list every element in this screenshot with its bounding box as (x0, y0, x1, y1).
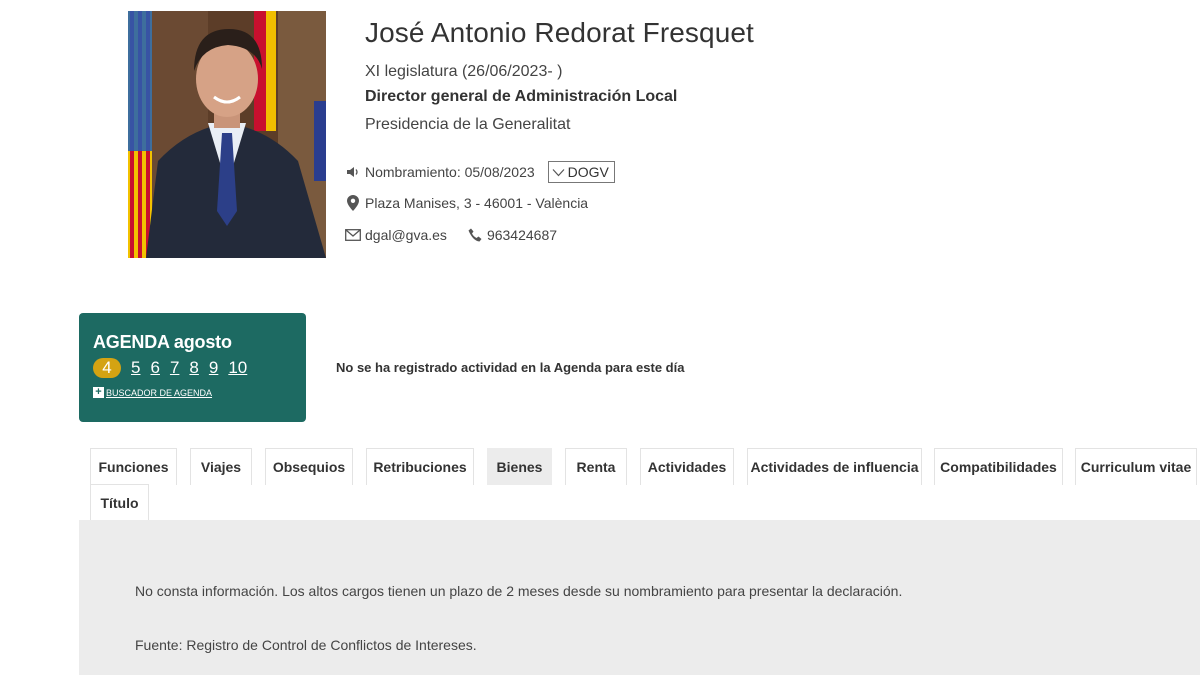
profile-photo (128, 11, 326, 258)
tab-actividades-influencia[interactable]: Actividades de influencia (747, 448, 922, 485)
tab-retribuciones[interactable]: Retribuciones (366, 448, 474, 485)
agenda-search-label: BUSCADOR DE AGENDA (106, 387, 213, 398)
plus-icon: + (93, 387, 104, 398)
tab-actividades[interactable]: Actividades (640, 448, 734, 485)
agenda-no-activity: No se ha registrado actividad en la Agen… (336, 360, 685, 375)
address: Plaza Manises, 3 - 46001 - València (365, 195, 589, 211)
map-pin-icon (345, 195, 361, 211)
agenda-day-10[interactable]: 10 (228, 358, 247, 378)
agenda-box: AGENDA agosto 4 5 6 7 8 9 10 + BUSCADOR … (79, 313, 306, 422)
tab-content-panel: No consta información. Los altos cargos … (79, 520, 1200, 675)
agenda-day-4[interactable]: 4 (93, 358, 121, 378)
agenda-title: AGENDA agosto (93, 332, 232, 352)
agenda-days: 4 5 6 7 8 9 10 (93, 358, 257, 378)
nombramiento-row: Nombramiento: 05/08/2023 DOGV (345, 161, 615, 183)
speaker-icon (345, 164, 361, 180)
tab-compatibilidades[interactable]: Compatibilidades (934, 448, 1063, 485)
content-source: Fuente: Registro de Control de Conflicto… (135, 637, 477, 653)
phone-number[interactable]: 963424687 (487, 227, 557, 243)
agenda-day-7[interactable]: 7 (170, 358, 179, 378)
dogv-button[interactable]: DOGV (547, 161, 615, 183)
contact-row: dgal@gva.es 963424687 (345, 225, 557, 245)
content-paragraph: No consta información. Los altos cargos … (135, 583, 903, 599)
tab-obsequios[interactable]: Obsequios (265, 448, 353, 485)
profile-name: José Antonio Redorat Fresquet (365, 17, 754, 48)
nombramiento-date: Nombramiento: 05/08/2023 (365, 164, 535, 180)
chevron-down-icon (552, 168, 565, 176)
tab-renta[interactable]: Renta (565, 448, 627, 485)
agenda-day-8[interactable]: 8 (189, 358, 198, 378)
address-row: Plaza Manises, 3 - 46001 - València (345, 193, 588, 213)
tab-viajes[interactable]: Viajes (190, 448, 252, 485)
phone-group: 963424687 (467, 227, 557, 243)
legislatura: XI legislatura (26/06/2023- ) (365, 63, 563, 80)
agenda-day-6[interactable]: 6 (150, 358, 159, 378)
email-link[interactable]: dgal@gva.es (365, 227, 447, 243)
agenda-day-9[interactable]: 9 (209, 358, 218, 378)
tab-titulo[interactable]: Título (90, 484, 149, 521)
tab-bienes[interactable]: Bienes (487, 448, 552, 485)
department: Presidencia de la Generalitat (365, 116, 571, 133)
agenda-day-5[interactable]: 5 (131, 358, 140, 378)
dogv-label: DOGV (567, 164, 609, 180)
phone-icon (467, 227, 483, 243)
position-title: Director general de Administración Local (365, 88, 678, 105)
tab-curriculum-vitae[interactable]: Curriculum vitae (1075, 448, 1197, 485)
envelope-icon (345, 227, 361, 243)
agenda-search-link[interactable]: + BUSCADOR DE AGENDA (93, 387, 212, 398)
tab-funciones[interactable]: Funciones (90, 448, 177, 485)
